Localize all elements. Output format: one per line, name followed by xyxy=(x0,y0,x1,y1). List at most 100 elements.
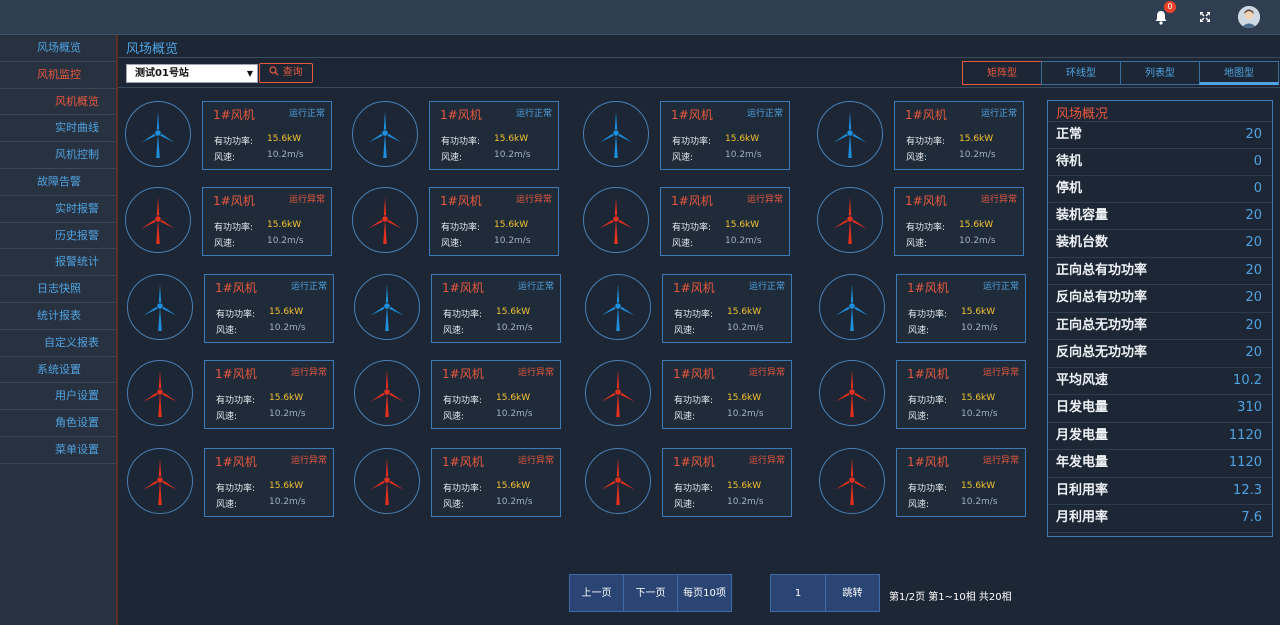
turbine-card: 1#风机 运行异常 有功功率: 15.6kW 风速: 10.2m/s xyxy=(894,187,1024,256)
query-button[interactable]: 查询 xyxy=(259,63,313,83)
sidebar-item[interactable]: 自定义报表 xyxy=(0,330,116,357)
turbine-unit[interactable]: 1#风机 运行异常 有功功率: 15.6kW 风速: 10.2m/s xyxy=(345,187,559,257)
wind-value: 10.2m/s xyxy=(725,236,762,246)
turbine-card: 1#风机 运行异常 有功功率: 15.6kW 风速: 10.2m/s xyxy=(204,360,334,429)
overview-row-value: 20 xyxy=(1245,207,1262,223)
power-label: 有功功率: xyxy=(908,396,948,406)
power-value: 15.6kW xyxy=(269,393,304,403)
wind-turbine-icon xyxy=(833,111,867,158)
turbine-status: 运行异常 xyxy=(290,456,327,466)
jump-button[interactable]: 跳转 xyxy=(825,574,880,612)
turbine-unit[interactable]: 1#风机 运行异常 有功功率: 15.6kW 风速: 10.2m/s xyxy=(812,360,1026,430)
sidebar-item[interactable]: 风机控制 xyxy=(0,142,116,169)
wind-turbine-icon xyxy=(370,458,404,505)
overview-row-value: 20 xyxy=(1245,345,1262,361)
sidebar-item[interactable]: 风场概览 xyxy=(0,35,116,62)
turbine-card: 1#风机 运行正常 有功功率: 15.6kW 风速: 10.2m/s xyxy=(660,101,790,170)
sidebar-item[interactable]: 菜单设置 xyxy=(0,437,116,464)
turbine-unit[interactable]: 1#风机 运行正常 有功功率: 15.6kW 风速: 10.2m/s xyxy=(345,101,559,171)
turbine-unit[interactable]: 1#风机 运行正常 有功功率: 15.6kW 风速: 10.2m/s xyxy=(576,101,790,171)
overview-row-value: 20 xyxy=(1245,262,1262,278)
turbine-unit[interactable]: 1#风机 运行异常 有功功率: 15.6kW 风速: 10.2m/s xyxy=(120,448,334,518)
sidebar-item[interactable]: 历史报警 xyxy=(0,223,116,250)
sidebar-item[interactable]: 统计报表 xyxy=(0,303,116,330)
turbine-card: 1#风机 运行异常 有功功率: 15.6kW 风速: 10.2m/s xyxy=(660,187,790,256)
turbine-status: 运行正常 xyxy=(290,282,327,292)
page-number-input[interactable]: 1 xyxy=(770,574,826,612)
wind-value: 10.2m/s xyxy=(961,323,998,333)
turbine-icon-circle xyxy=(125,101,191,167)
turbine-unit[interactable]: 1#风机 运行异常 有功功率: 15.6kW 风速: 10.2m/s xyxy=(347,448,561,518)
fullscreen-button[interactable] xyxy=(1194,6,1216,28)
user-avatar[interactable] xyxy=(1238,6,1260,28)
turbine-icon-circle xyxy=(352,187,418,253)
sidebar-item[interactable]: 风机监控 xyxy=(0,62,116,89)
turbine-unit[interactable]: 1#风机 运行异常 有功功率: 15.6kW 风速: 10.2m/s xyxy=(578,448,792,518)
page-size-button[interactable]: 每页10项 xyxy=(677,574,732,612)
turbine-status: 运行正常 xyxy=(980,109,1017,119)
turbine-unit[interactable]: 1#风机 运行异常 有功功率: 15.6kW 风速: 10.2m/s xyxy=(347,360,561,430)
overview-row: 装机容量 20 xyxy=(1048,201,1272,230)
overview-row: 正向总无功功率 20 xyxy=(1048,311,1272,340)
notification-button[interactable]: 0 xyxy=(1150,1,1176,28)
query-button-label: 查询 xyxy=(282,67,303,78)
wind-turbine-icon xyxy=(599,111,633,158)
turbine-unit[interactable]: 1#风机 运行正常 有功功率: 15.6kW 风速: 10.2m/s xyxy=(810,101,1024,171)
power-label: 有功功率: xyxy=(216,484,256,494)
sidebar-item[interactable]: 用户设置 xyxy=(0,383,116,411)
overview-row-label: 正向总有功功率 xyxy=(1056,262,1148,278)
sidebar-item[interactable]: 系统设置 xyxy=(0,357,116,384)
view-tab[interactable]: 地图型 xyxy=(1199,61,1279,85)
turbine-status: 运行异常 xyxy=(288,195,325,205)
view-tab[interactable]: 环线型 xyxy=(1041,61,1121,85)
turbine-status: 运行正常 xyxy=(746,109,783,119)
power-value: 15.6kW xyxy=(267,220,302,230)
farm-overview-panel: 风场概况 正常 20 待机 0 停机 0 装机容量 20 装机台数 20 正向总有功功率 20 反向总有… xyxy=(1047,100,1273,537)
overview-row-label: 反向总有功功率 xyxy=(1056,290,1148,306)
overview-row: 正常 20 xyxy=(1048,121,1272,148)
sidebar-item[interactable]: 故障告警 xyxy=(0,169,116,196)
power-value: 15.6kW xyxy=(727,481,762,491)
power-value: 15.6kW xyxy=(727,393,762,403)
wind-turbine-icon xyxy=(143,458,177,505)
turbine-unit[interactable]: 1#风机 运行正常 有功功率: 15.6kW 风速: 10.2m/s xyxy=(812,274,1026,344)
next-page-button[interactable]: 下一页 xyxy=(623,574,678,612)
wind-value: 10.2m/s xyxy=(267,150,304,160)
turbine-unit[interactable]: 1#风机 运行异常 有功功率: 15.6kW 风速: 10.2m/s xyxy=(812,448,1026,518)
turbine-icon-circle xyxy=(352,101,418,167)
page-jump: 1 跳转 xyxy=(770,574,880,612)
turbine-status: 运行正常 xyxy=(982,282,1019,292)
view-tabs: 矩阵型 环线型 列表型 地图型 xyxy=(962,61,1279,85)
station-select[interactable]: 测试01号站 ▼ xyxy=(126,64,258,83)
overview-row-value: 12.3 xyxy=(1233,482,1262,498)
prev-page-button[interactable]: 上一页 xyxy=(569,574,624,612)
turbine-unit[interactable]: 1#风机 运行正常 有功功率: 15.6kW 风速: 10.2m/s xyxy=(118,101,332,171)
turbine-icon-circle xyxy=(354,274,420,340)
turbine-card: 1#风机 运行异常 有功功率: 15.6kW 风速: 10.2m/s xyxy=(662,448,792,517)
view-tab[interactable]: 矩阵型 xyxy=(962,61,1042,85)
sidebar-item[interactable]: 日志快照 xyxy=(0,276,116,303)
turbine-unit[interactable]: 1#风机 运行异常 有功功率: 15.6kW 风速: 10.2m/s xyxy=(576,187,790,257)
turbine-unit[interactable]: 1#风机 运行正常 有功功率: 15.6kW 风速: 10.2m/s xyxy=(120,274,334,344)
turbine-unit[interactable]: 1#风机 运行异常 有功功率: 15.6kW 风速: 10.2m/s xyxy=(810,187,1024,257)
power-value: 15.6kW xyxy=(267,134,302,144)
overview-row-label: 待机 xyxy=(1056,153,1083,169)
power-value: 15.6kW xyxy=(725,220,760,230)
overview-row-label: 反向总无功功率 xyxy=(1056,345,1148,361)
turbine-unit[interactable]: 1#风机 运行异常 有功功率: 15.6kW 风速: 10.2m/s xyxy=(120,360,334,430)
turbine-card: 1#风机 运行异常 有功功率: 15.6kW 风速: 10.2m/s xyxy=(431,448,561,517)
turbine-unit[interactable]: 1#风机 运行正常 有功功率: 15.6kW 风速: 10.2m/s xyxy=(347,274,561,344)
sidebar-item[interactable]: 实时报警 xyxy=(0,196,116,223)
view-tab[interactable]: 列表型 xyxy=(1120,61,1200,85)
sidebar-item[interactable]: 风机概览 xyxy=(0,89,116,116)
sidebar-item[interactable]: 实时曲线 xyxy=(0,115,116,143)
turbine-icon-circle xyxy=(585,360,651,426)
turbine-unit[interactable]: 1#风机 运行异常 有功功率: 15.6kW 风速: 10.2m/s xyxy=(118,187,332,257)
turbine-name: 1#风机 xyxy=(215,455,257,469)
turbine-unit[interactable]: 1#风机 运行正常 有功功率: 15.6kW 风速: 10.2m/s xyxy=(578,274,792,344)
power-label: 有功功率: xyxy=(214,137,254,147)
sidebar-item[interactable]: 报警统计 xyxy=(0,249,116,277)
turbine-name: 1#风机 xyxy=(905,194,947,208)
sidebar-item[interactable]: 角色设置 xyxy=(0,410,116,437)
turbine-unit[interactable]: 1#风机 运行异常 有功功率: 15.6kW 风速: 10.2m/s xyxy=(578,360,792,430)
